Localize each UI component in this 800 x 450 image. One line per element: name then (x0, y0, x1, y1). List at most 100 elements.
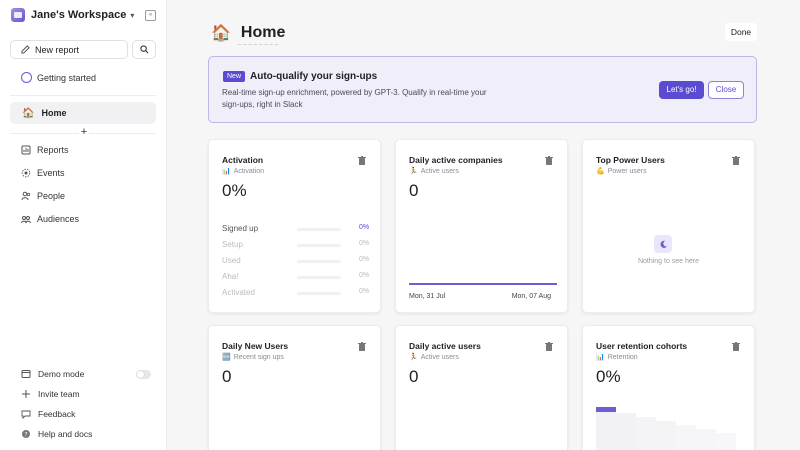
audiences-icon (21, 216, 31, 224)
funnel-label: Aha! (222, 272, 239, 281)
new-badge: New (223, 71, 246, 82)
people-icon (21, 191, 31, 201)
sidebar-item-home[interactable]: 🏠 Home (10, 102, 156, 124)
moon-icon (654, 235, 672, 253)
new-report-button[interactable]: New report (10, 40, 128, 59)
card-subtitle: 🏃 Active users (409, 167, 459, 176)
funnel-bar (297, 276, 341, 279)
funnel-pct: 0% (359, 288, 370, 295)
card-subtitle-text: Active users (420, 353, 459, 361)
sidebar-item-label: Help and docs (38, 429, 93, 439)
top-power-users-card[interactable]: Top Power Users 💪 Power users Nothing to … (582, 139, 755, 313)
progress-ring-icon (21, 72, 32, 83)
close-banner-button[interactable]: Close (708, 81, 744, 99)
banner-title: Auto-qualify your sign-ups (250, 71, 378, 82)
house-icon: 🏠 (211, 25, 231, 42)
funnel-pct: 0% (359, 240, 370, 247)
events-icon (21, 168, 31, 178)
workspace-switcher[interactable]: Jane's Workspace ▾ (11, 8, 134, 22)
card-title: Top Power Users (596, 155, 665, 165)
title-underline (238, 44, 278, 45)
search-button[interactable] (132, 40, 156, 59)
card-title: Daily active users (409, 341, 481, 351)
card-title: Daily New Users (222, 341, 289, 351)
funnel-bar (297, 292, 341, 295)
funnel-bar (297, 260, 341, 263)
trash-icon[interactable] (358, 342, 366, 351)
funnel-label: Activated (222, 288, 255, 297)
funnel-label: Signed up (222, 224, 259, 233)
sidebar-item-label: People (37, 191, 66, 201)
chart-icon: 📊 (596, 354, 605, 361)
trash-icon[interactable] (358, 156, 366, 165)
trash-icon[interactable] (545, 342, 553, 351)
card-value: 0% (596, 367, 621, 386)
demo-mode-toggle[interactable] (136, 370, 151, 379)
collapse-sidebar-icon[interactable]: « (145, 10, 156, 21)
card-subtitle-text: Power users (607, 167, 647, 175)
card-value: 0 (409, 367, 419, 386)
add-dashboard-icon[interactable]: + (79, 126, 89, 138)
funnel-pct: 0% (359, 224, 370, 231)
sidebar-item-reports[interactable]: Reports (21, 145, 69, 155)
funnel-label: Used (222, 256, 241, 265)
sidebar-item-label: Feedback (38, 409, 76, 419)
lets-go-button[interactable]: Let's go! (659, 81, 704, 99)
svg-text:?: ? (24, 431, 27, 438)
edit-icon (21, 45, 30, 54)
help-icon: ? (22, 430, 30, 438)
sidebar-item-audiences[interactable]: Audiences (21, 214, 79, 224)
new-icon: 🆕 (222, 354, 231, 361)
trash-icon[interactable] (732, 156, 740, 165)
promo-banner: New Auto-qualify your sign-ups Real-time… (208, 56, 757, 123)
card-title: Daily active companies (409, 155, 503, 165)
search-icon (139, 45, 148, 54)
user-retention-card[interactable]: User retention cohorts 📊 Retention 0% (582, 325, 755, 450)
done-button[interactable]: Done (725, 23, 757, 41)
workspace-name: Jane's Workspace (31, 9, 127, 21)
retention-grid (596, 407, 746, 450)
muscle-icon: 💪 (596, 168, 605, 175)
trash-icon[interactable] (732, 342, 740, 351)
card-subtitle: 📊 Retention (596, 353, 638, 362)
sidebar-item-invite-team[interactable]: Invite team (21, 389, 80, 399)
page-title[interactable]: Home (241, 24, 285, 42)
trash-icon[interactable] (545, 156, 553, 165)
card-subtitle-text: Activation (233, 167, 265, 175)
sidebar-item-people[interactable]: People (21, 191, 65, 201)
sidebar-item-events[interactable]: Events (21, 168, 65, 178)
x-axis-start-label: Mon, 31 Jul (409, 293, 446, 300)
getting-started-item[interactable]: Getting started (21, 72, 96, 83)
chart-line (409, 283, 557, 285)
card-title: Activation (222, 155, 264, 165)
funnel-label: Setup (222, 240, 243, 249)
activation-card[interactable]: Activation 📊 Activation 0% Signed up 0% S… (208, 139, 381, 313)
chevron-down-icon: ▾ (130, 10, 135, 20)
card-subtitle-text: Active users (420, 167, 459, 175)
demo-icon (21, 370, 31, 378)
card-value: 0% (222, 181, 247, 200)
sidebar-item-label: Demo mode (38, 369, 85, 379)
banner-description: Real-time sign-up enrichment, powered by… (222, 88, 487, 109)
sidebar-item-label: Events (37, 168, 65, 178)
card-subtitle: 💪 Power users (596, 167, 647, 176)
runner-icon: 🏃 (409, 354, 418, 361)
divider (10, 95, 156, 96)
new-report-label: New report (35, 44, 80, 55)
sidebar-item-feedback[interactable]: Feedback (21, 409, 75, 419)
sidebar-item-label: Invite team (38, 389, 80, 399)
daily-active-users-card[interactable]: Daily active users 🏃 Active users 0 (395, 325, 568, 450)
sidebar-item-help[interactable]: ? Help and docs (21, 429, 92, 439)
card-subtitle-text: Retention (607, 353, 638, 361)
daily-new-users-card[interactable]: Daily New Users 🆕 Recent sign ups 0 (208, 325, 381, 450)
chart-icon: 📊 (222, 168, 231, 175)
sidebar: Jane's Workspace ▾ « New report Getting … (0, 0, 167, 450)
sidebar-item-label: Home (41, 108, 67, 118)
empty-state-text: Nothing to see here (637, 258, 700, 265)
card-subtitle: 🆕 Recent sign ups (222, 353, 284, 362)
funnel-bar (297, 228, 341, 231)
card-subtitle: 🏃 Active users (409, 353, 459, 362)
card-subtitle-text: Recent sign ups (233, 353, 284, 361)
card-title: User retention cohorts (596, 341, 688, 351)
daily-active-companies-card[interactable]: Daily active companies 🏃 Active users 0 M… (395, 139, 568, 313)
